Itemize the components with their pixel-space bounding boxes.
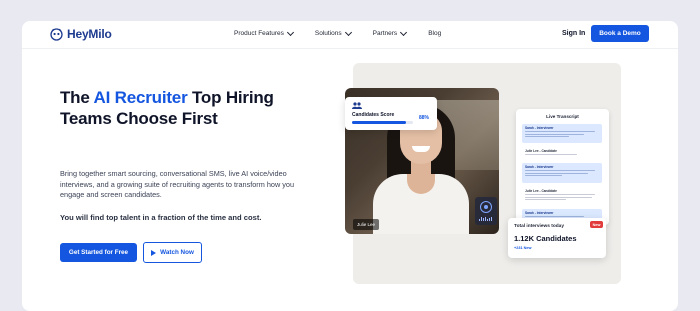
- new-candidates-count: +231 New: [514, 246, 532, 250]
- chevron-down-icon: [400, 28, 408, 36]
- message-text-line: [525, 196, 592, 198]
- total-interviews-card: Total interviews today New 1.12K Candida…: [508, 218, 606, 258]
- hero-description: Bring together smart sourcing, conversat…: [60, 169, 295, 199]
- total-interviews-value: 1.12K Candidates: [514, 234, 577, 243]
- hero-title-accent: AI Recruiter: [93, 88, 188, 107]
- play-icon: [151, 249, 157, 256]
- live-transcript-panel: Live Transcript Sarah - Interviewer Juli…: [516, 109, 609, 225]
- record-icon: [480, 201, 492, 213]
- nav-blog[interactable]: Blog: [428, 30, 441, 37]
- message-author: Sarah - Interviewer: [525, 165, 554, 169]
- transcript-title: Live Transcript: [546, 114, 579, 119]
- hero-title: The AI Recruiter Top Hiring Teams Choose…: [60, 87, 310, 129]
- score-progress-bar: [352, 121, 413, 124]
- transcript-message: Julie Lee - Candidate: [522, 187, 602, 205]
- message-text-line: [525, 135, 570, 138]
- message-author: Julie Lee - Candidate: [525, 149, 557, 153]
- video-name-tag: Julie Lee: [353, 219, 380, 230]
- ai-agent-indicator[interactable]: [475, 197, 497, 225]
- watch-now-label: Watch Now: [160, 249, 194, 256]
- message-author: Sarah - Interviewer: [525, 126, 554, 130]
- message-text-line: [525, 133, 585, 135]
- candidates-score-card: Candidates Score 88%: [345, 97, 437, 130]
- chevron-down-icon: [286, 28, 294, 36]
- transcript-message: Sarah - Interviewer: [522, 124, 602, 143]
- message-text-line: [525, 170, 596, 172]
- transcript-message: Julie Lee - Candidate: [522, 147, 602, 159]
- sign-in-link[interactable]: Sign In: [562, 30, 585, 37]
- score-percent: 88%: [419, 115, 430, 121]
- top-nav: HeyMilo Product Features Solutions Partn…: [22, 21, 678, 49]
- book-demo-button[interactable]: Book a Demo: [591, 25, 649, 42]
- nav-link-label: Partners: [372, 30, 398, 37]
- logo-text: HeyMilo: [67, 27, 112, 41]
- transcript-message: Sarah - Interviewer: [522, 163, 602, 183]
- message-text-line: [525, 154, 577, 156]
- logo-icon: [50, 27, 63, 41]
- audio-wave-icon: [479, 217, 493, 221]
- chevron-down-icon: [344, 28, 352, 36]
- logo[interactable]: HeyMilo: [50, 27, 112, 41]
- nav-partners[interactable]: Partners: [372, 28, 408, 37]
- message-text-line: [525, 174, 562, 177]
- message-text-line: [525, 172, 588, 174]
- nav-link-label: Blog: [428, 30, 442, 37]
- score-progress-fill: [352, 121, 406, 124]
- nav-solutions[interactable]: Solutions: [314, 28, 352, 37]
- hero-title-pre: The: [60, 88, 94, 107]
- message-text-line: [525, 131, 596, 133]
- users-icon: [352, 102, 362, 109]
- message-author: Sarah - Interviewer: [525, 211, 554, 215]
- nav-link-label: Solutions: [314, 30, 342, 37]
- score-label: Candidates Score: [352, 112, 395, 118]
- nav-links: Product Features Solutions Partners Blog: [234, 28, 463, 37]
- new-badge: New: [590, 221, 603, 228]
- message-text-line: [525, 194, 596, 196]
- total-interviews-label: Total interviews today: [514, 224, 565, 229]
- message-author: Julie Lee - Candidate: [525, 189, 557, 193]
- message-text-line: [525, 198, 566, 201]
- get-started-button[interactable]: Get Started for Free: [60, 243, 137, 262]
- nav-product-features[interactable]: Product Features: [234, 28, 294, 37]
- hero-tagline: You will find top talent in a fraction o…: [60, 213, 262, 222]
- nav-link-label: Product Features: [234, 30, 284, 37]
- watch-now-button[interactable]: Watch Now: [143, 242, 202, 263]
